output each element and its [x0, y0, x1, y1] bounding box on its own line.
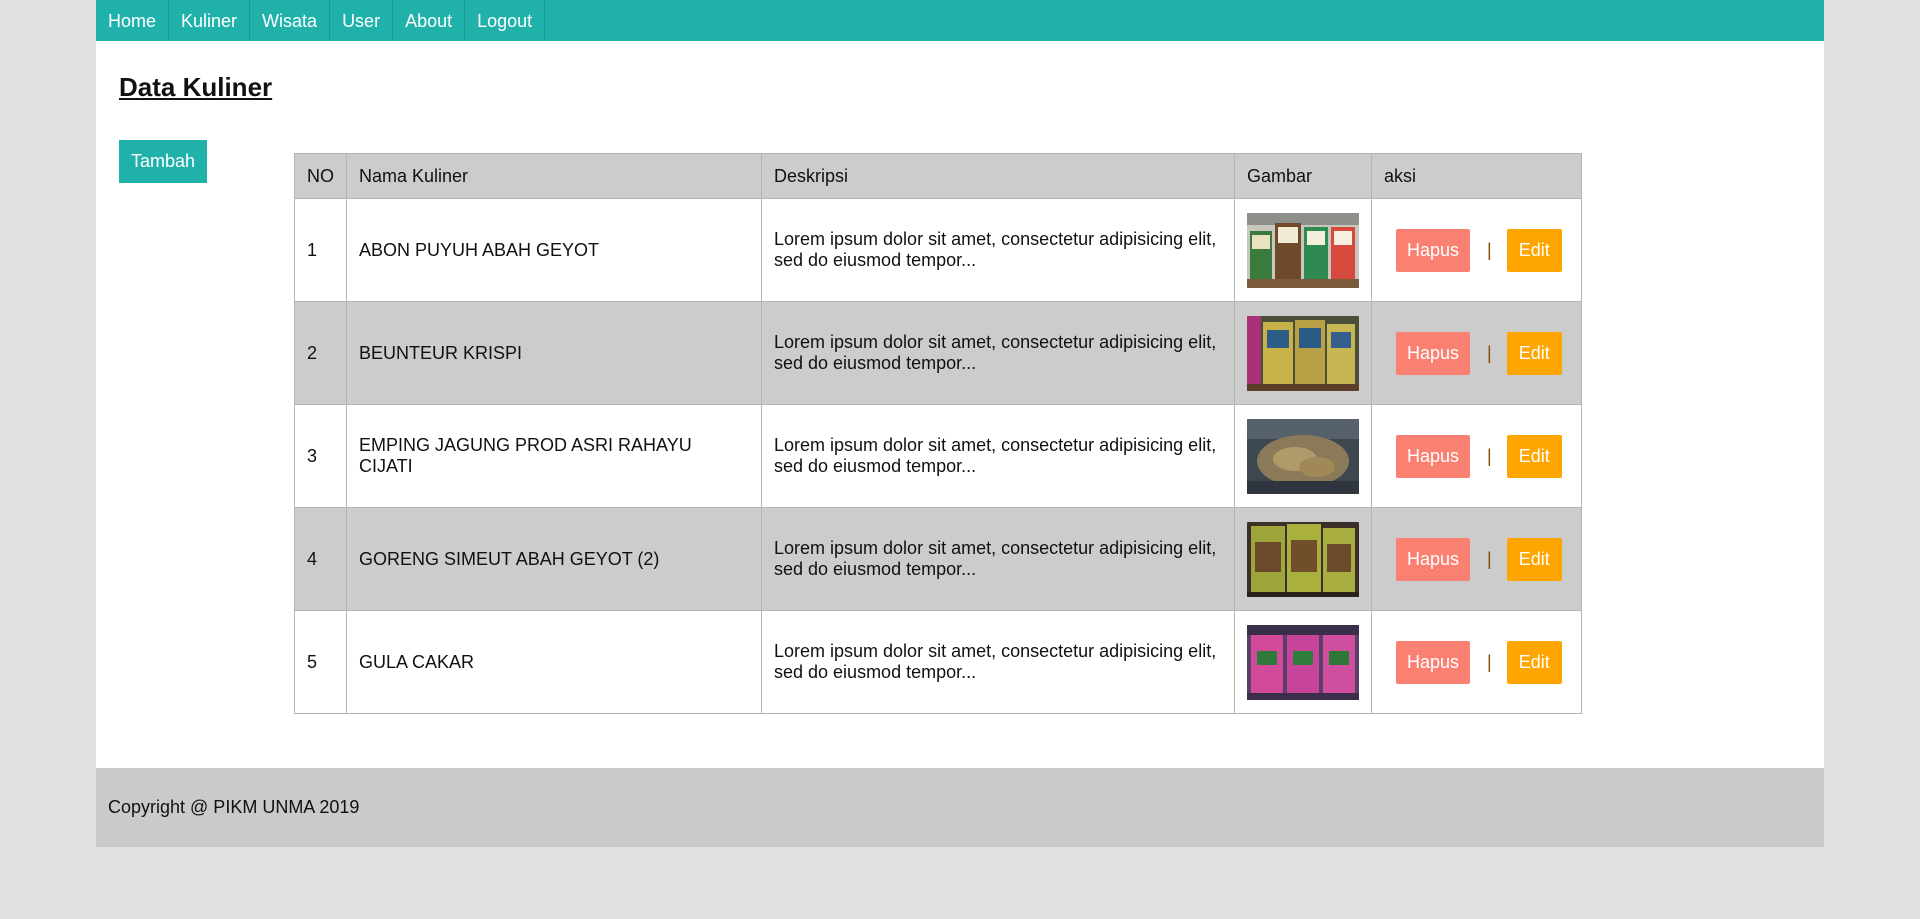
- add-button[interactable]: Tambah: [119, 140, 208, 183]
- action-group: Hapus | Edit: [1384, 640, 1569, 684]
- food-thumbnail: [1247, 212, 1359, 288]
- table-row: 4 GORENG SIMEUT ABAH GEYOT (2) Lorem ips…: [294, 507, 1582, 611]
- description-text: Lorem ipsum dolor sit amet, consectetur …: [774, 641, 1217, 682]
- edit-button[interactable]: Edit: [1506, 228, 1562, 272]
- action-separator: |: [1487, 548, 1492, 569]
- header-aksi: aksi: [1371, 153, 1582, 199]
- action-separator: |: [1487, 239, 1492, 260]
- cell-aksi: Hapus | Edit: [1371, 301, 1582, 405]
- cell-gambar: [1234, 404, 1372, 508]
- hapus-button[interactable]: Hapus: [1396, 434, 1471, 478]
- cell-nama: ABON PUYUH ABAH GEYOT: [346, 198, 762, 302]
- hapus-button[interactable]: Hapus: [1396, 640, 1471, 684]
- description-text: Lorem ipsum dolor sit amet, consectetur …: [774, 229, 1217, 270]
- kuliner-table: NO Nama Kuliner Deskripsi Gambar aksi 1 …: [294, 153, 1582, 714]
- food-thumbnail: [1247, 521, 1359, 597]
- table-row: 2 BEUNTEUR KRISPI Lorem ipsum dolor sit …: [294, 301, 1582, 405]
- header-no: NO: [294, 153, 347, 199]
- hapus-button[interactable]: Hapus: [1396, 228, 1471, 272]
- hapus-button[interactable]: Hapus: [1396, 537, 1471, 581]
- action-separator: |: [1487, 342, 1492, 363]
- action-separator: |: [1487, 651, 1492, 672]
- cell-nama: EMPING JAGUNG PROD ASRI RAHAYU CIJATI: [346, 404, 762, 508]
- header-deskripsi: Deskripsi: [761, 153, 1235, 199]
- cell-aksi: Hapus | Edit: [1371, 507, 1582, 611]
- cell-nama: GORENG SIMEUT ABAH GEYOT (2): [346, 507, 762, 611]
- action-group: Hapus | Edit: [1384, 434, 1569, 478]
- copyright-text: Copyright @ PIKM UNMA 2019: [108, 797, 360, 817]
- cell-deskripsi: Lorem ipsum dolor sit amet, consectetur …: [761, 610, 1235, 714]
- cell-deskripsi: Lorem ipsum dolor sit amet, consectetur …: [761, 404, 1235, 508]
- cell-deskripsi: Lorem ipsum dolor sit amet, consectetur …: [761, 198, 1235, 302]
- food-thumbnail: [1247, 624, 1359, 700]
- table-row: 3 EMPING JAGUNG PROD ASRI RAHAYU CIJATI …: [294, 404, 1582, 508]
- edit-button[interactable]: Edit: [1506, 434, 1562, 478]
- edit-button[interactable]: Edit: [1506, 640, 1562, 684]
- header-nama: Nama Kuliner: [346, 153, 762, 199]
- page-title: Data Kuliner: [119, 72, 273, 102]
- cell-no: 3: [294, 404, 347, 508]
- hapus-button[interactable]: Hapus: [1396, 331, 1471, 375]
- cell-no: 2: [294, 301, 347, 405]
- cell-gambar: [1234, 507, 1372, 611]
- description-text: Lorem ipsum dolor sit amet, consectetur …: [774, 538, 1217, 579]
- cell-deskripsi: Lorem ipsum dolor sit amet, consectetur …: [761, 301, 1235, 405]
- nav-about[interactable]: About: [393, 0, 466, 41]
- action-group: Hapus | Edit: [1384, 537, 1569, 581]
- description-text: Lorem ipsum dolor sit amet, consectetur …: [774, 332, 1217, 373]
- page-footer: Copyright @ PIKM UNMA 2019: [96, 768, 1824, 847]
- cell-no: 5: [294, 610, 347, 714]
- cell-aksi: Hapus | Edit: [1371, 404, 1582, 508]
- table-row: 1 ABON PUYUH ABAH GEYOT Lorem ipsum dolo…: [294, 198, 1582, 302]
- food-thumbnail: [1247, 418, 1359, 494]
- action-separator: |: [1487, 445, 1492, 466]
- nav-wisata[interactable]: Wisata: [250, 0, 331, 41]
- header-gambar: Gambar: [1234, 153, 1372, 199]
- nav-logout[interactable]: Logout: [465, 0, 546, 41]
- action-group: Hapus | Edit: [1384, 331, 1569, 375]
- action-group: Hapus | Edit: [1384, 228, 1569, 272]
- nav-kuliner[interactable]: Kuliner: [169, 0, 251, 41]
- cell-gambar: [1234, 198, 1372, 302]
- cell-gambar: [1234, 610, 1372, 714]
- cell-no: 1: [294, 198, 347, 302]
- cell-aksi: Hapus | Edit: [1371, 198, 1582, 302]
- top-navbar: Home Kuliner Wisata User About Logout: [96, 0, 1824, 41]
- cell-nama: GULA CAKAR: [346, 610, 762, 714]
- edit-button[interactable]: Edit: [1506, 537, 1562, 581]
- page-container: Home Kuliner Wisata User About Logout Da…: [96, 0, 1824, 847]
- food-thumbnail: [1247, 315, 1359, 391]
- table-header-row: NO Nama Kuliner Deskripsi Gambar aksi: [294, 153, 1582, 199]
- edit-button[interactable]: Edit: [1506, 331, 1562, 375]
- nav-user[interactable]: User: [330, 0, 394, 41]
- cell-aksi: Hapus | Edit: [1371, 610, 1582, 714]
- cell-deskripsi: Lorem ipsum dolor sit amet, consectetur …: [761, 507, 1235, 611]
- table-row: 5 GULA CAKAR Lorem ipsum dolor sit amet,…: [294, 610, 1582, 714]
- cell-gambar: [1234, 301, 1372, 405]
- nav-home[interactable]: Home: [96, 0, 170, 41]
- cell-nama: BEUNTEUR KRISPI: [346, 301, 762, 405]
- description-text: Lorem ipsum dolor sit amet, consectetur …: [774, 435, 1217, 476]
- cell-no: 4: [294, 507, 347, 611]
